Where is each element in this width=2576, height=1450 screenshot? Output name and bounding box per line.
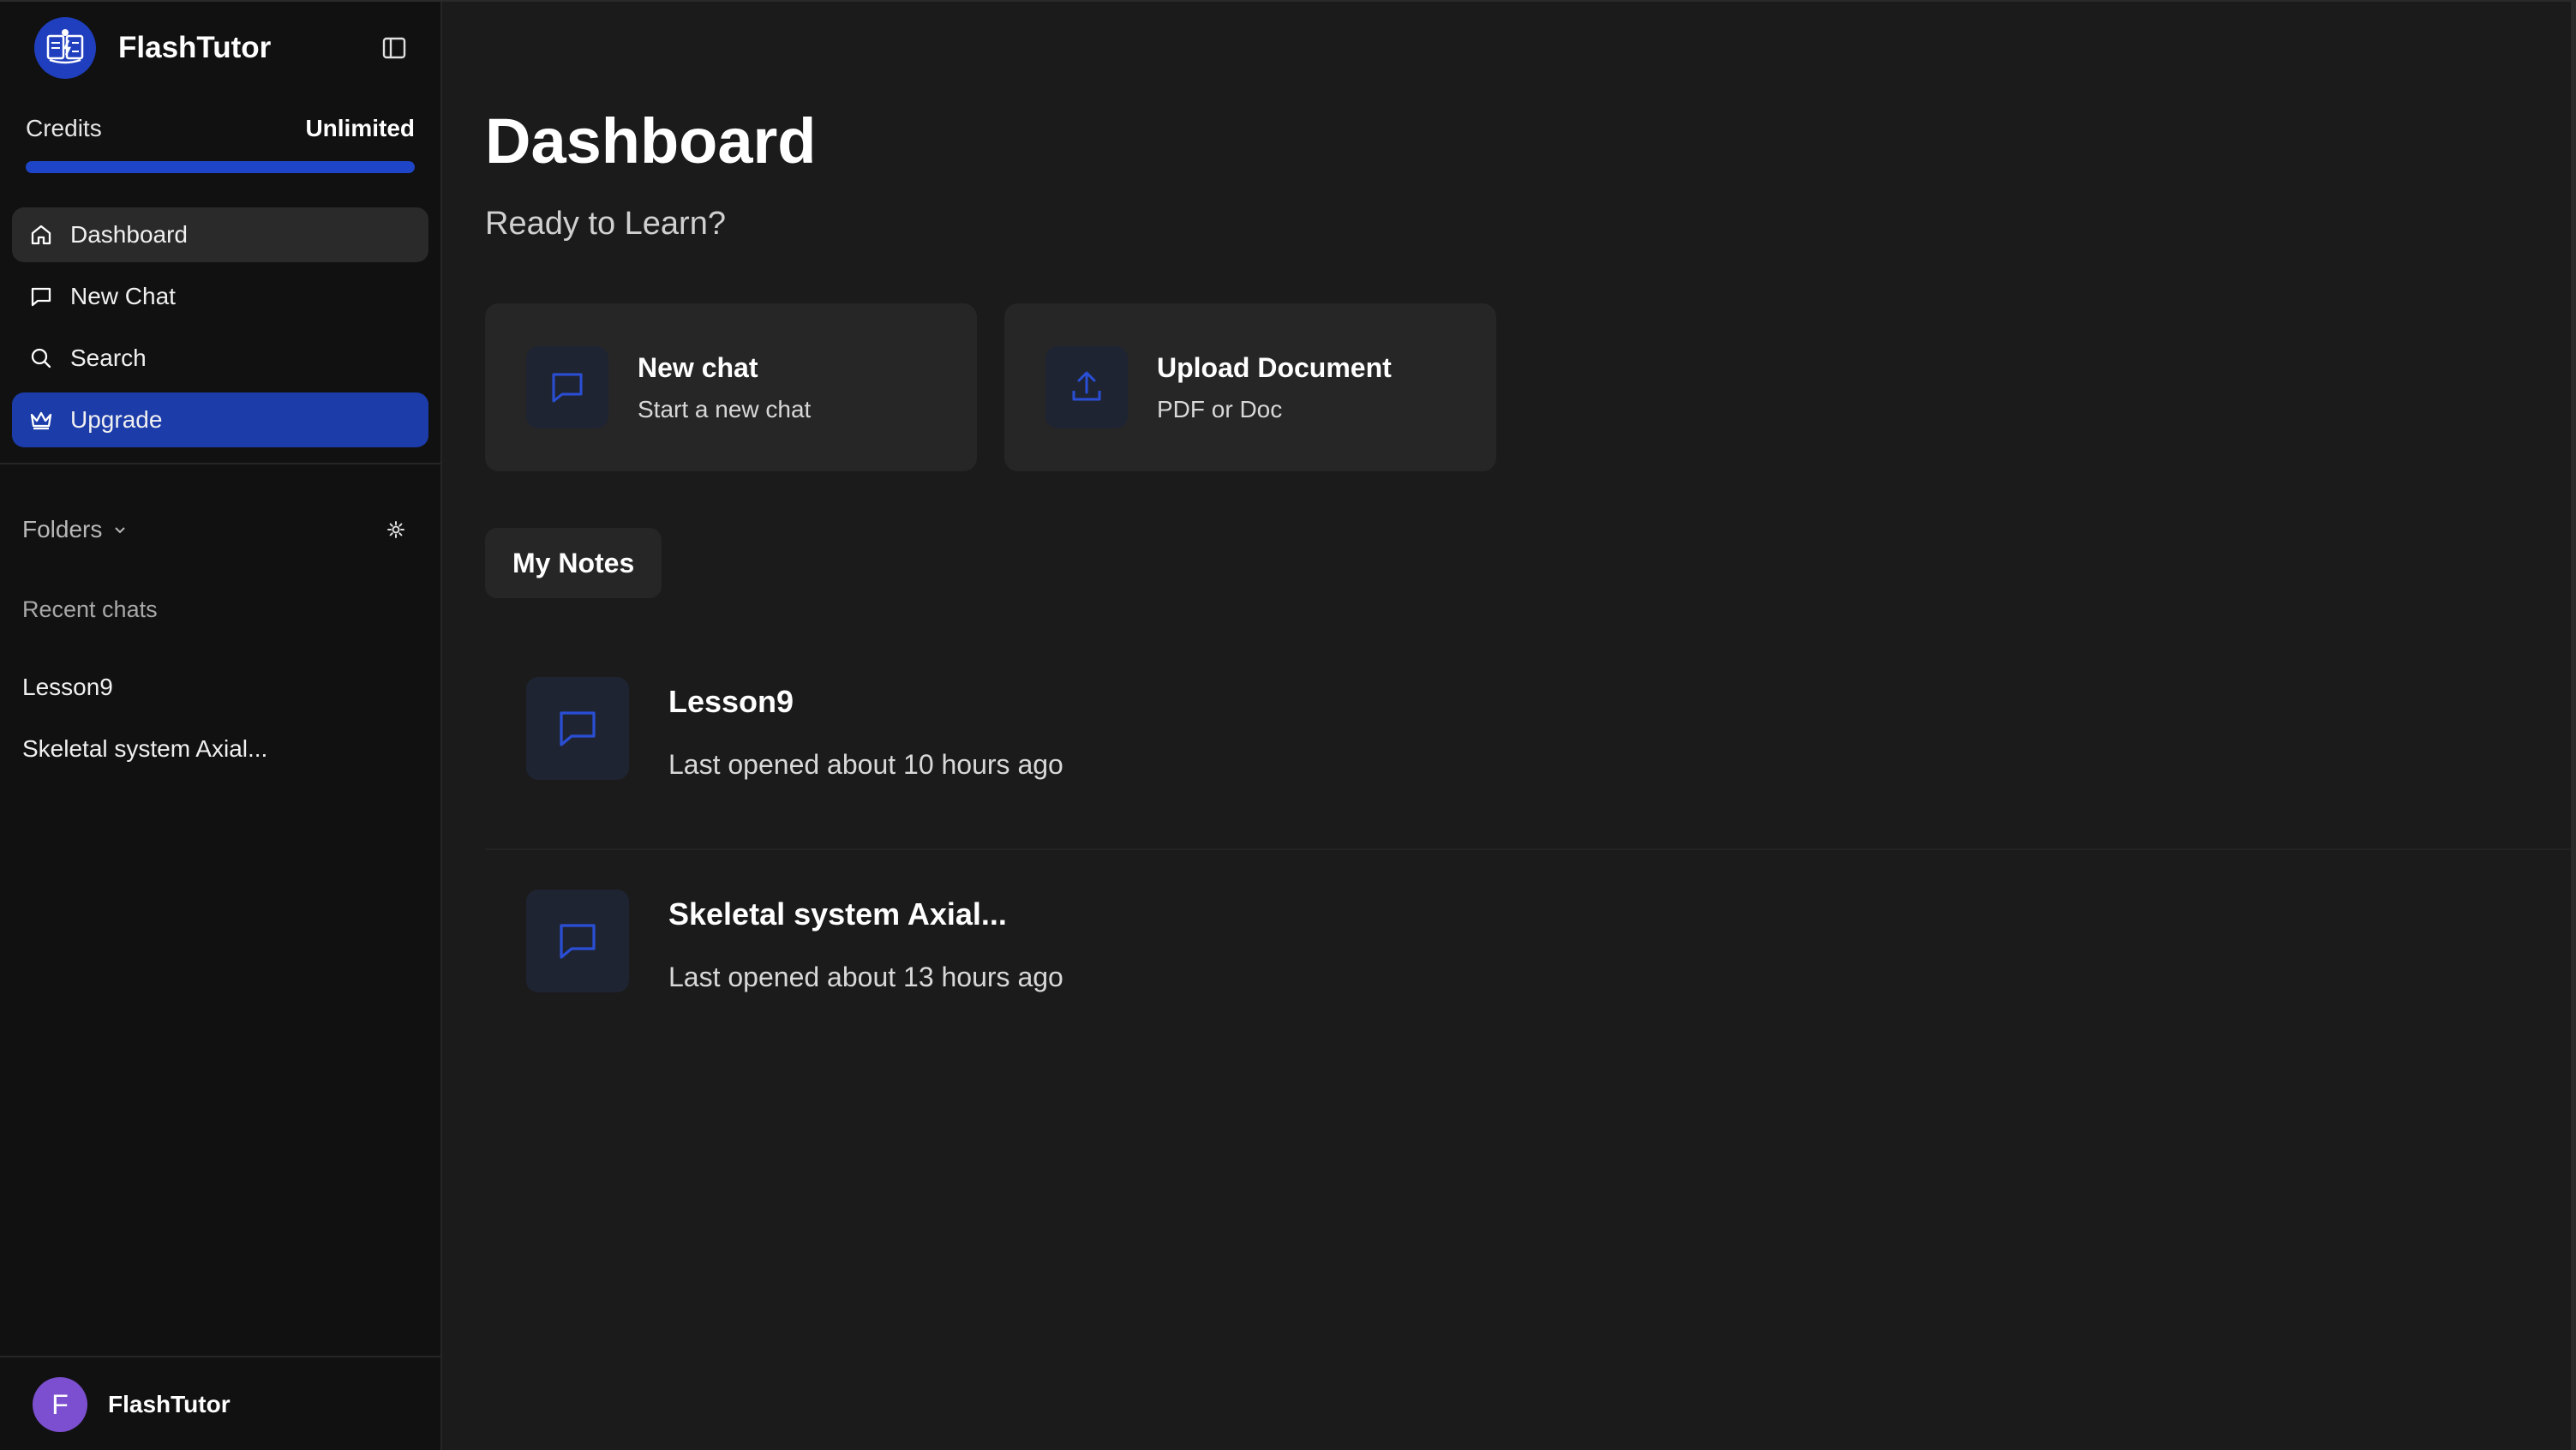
main-content: Dashboard Ready to Learn? New chat Start… (442, 2, 2576, 1450)
chevron-down-icon (112, 516, 128, 543)
message-icon (526, 346, 608, 428)
search-icon (27, 345, 55, 372)
folders-row: Folders (22, 516, 408, 543)
recent-chats-list: Lesson9 Skeletal system Axial... (22, 656, 416, 780)
sidebar-divider (0, 463, 440, 464)
note-title: Skeletal system Axial... (668, 896, 1007, 932)
sidebar-toggle-icon[interactable] (379, 33, 410, 63)
app-logo-icon (34, 17, 96, 79)
gear-icon[interactable] (384, 518, 408, 542)
app-window: FlashTutor Credits Unlimited Dashboard N… (0, 0, 2576, 1450)
credits-progress-bar (26, 161, 415, 173)
message-icon (27, 283, 55, 310)
sidebar-nav: Dashboard New Chat Search Upgrade (12, 207, 428, 454)
note-timestamp: Last opened about 10 hours ago (668, 749, 1063, 780)
note-item[interactable]: Lesson9 Last opened about 10 hours ago (485, 662, 2576, 848)
new-chat-card[interactable]: New chat Start a new chat (485, 303, 977, 471)
nav-item-label: Upgrade (70, 406, 163, 433)
notes-list: Lesson9 Last opened about 10 hours ago S… (485, 662, 2576, 1035)
message-icon (526, 677, 629, 780)
recent-chats-label: Recent chats (22, 596, 158, 622)
card-title: New chat (638, 351, 758, 383)
credits-progress-fill (26, 161, 415, 173)
page-subtitle: Ready to Learn? (485, 206, 726, 242)
home-icon (27, 221, 55, 249)
recent-chat-item[interactable]: Skeletal system Axial... (22, 718, 416, 780)
upload-document-card[interactable]: Upload Document PDF or Doc (1004, 303, 1496, 471)
upload-icon (1045, 346, 1128, 428)
nav-item-upgrade[interactable]: Upgrade (12, 392, 428, 447)
credits-value: Unlimited (305, 115, 415, 141)
app-name: FlashTutor (118, 31, 272, 64)
avatar: F (33, 1377, 87, 1432)
folders-toggle[interactable]: Folders (22, 516, 128, 543)
credits-label: Credits (26, 115, 102, 141)
credits-row: Credits Unlimited (26, 115, 415, 142)
user-name: FlashTutor (108, 1391, 231, 1417)
message-icon (526, 890, 629, 992)
page-title: Dashboard (485, 105, 817, 177)
nav-item-dashboard[interactable]: Dashboard (12, 207, 428, 262)
nav-item-label: Search (70, 345, 147, 371)
recent-chat-item[interactable]: Lesson9 (22, 656, 416, 718)
user-footer[interactable]: F FlashTutor (0, 1356, 440, 1450)
note-timestamp: Last opened about 13 hours ago (668, 962, 1063, 992)
sidebar: FlashTutor Credits Unlimited Dashboard N… (0, 2, 442, 1450)
folders-label: Folders (22, 516, 103, 542)
window-edge (2571, 2, 2576, 1450)
note-item[interactable]: Skeletal system Axial... Last opened abo… (485, 848, 2576, 1035)
nav-item-label: New Chat (70, 283, 176, 309)
card-subtitle: Start a new chat (638, 395, 812, 422)
nav-item-search[interactable]: Search (12, 331, 428, 386)
nav-item-new-chat[interactable]: New Chat (12, 269, 428, 324)
tab-my-notes[interactable]: My Notes (485, 528, 662, 598)
nav-item-label: Dashboard (70, 221, 188, 248)
note-title: Lesson9 (668, 684, 794, 719)
crown-icon (27, 406, 55, 434)
card-title: Upload Document (1157, 351, 1392, 383)
card-subtitle: PDF or Doc (1157, 395, 1283, 422)
brand[interactable]: FlashTutor (34, 17, 271, 79)
